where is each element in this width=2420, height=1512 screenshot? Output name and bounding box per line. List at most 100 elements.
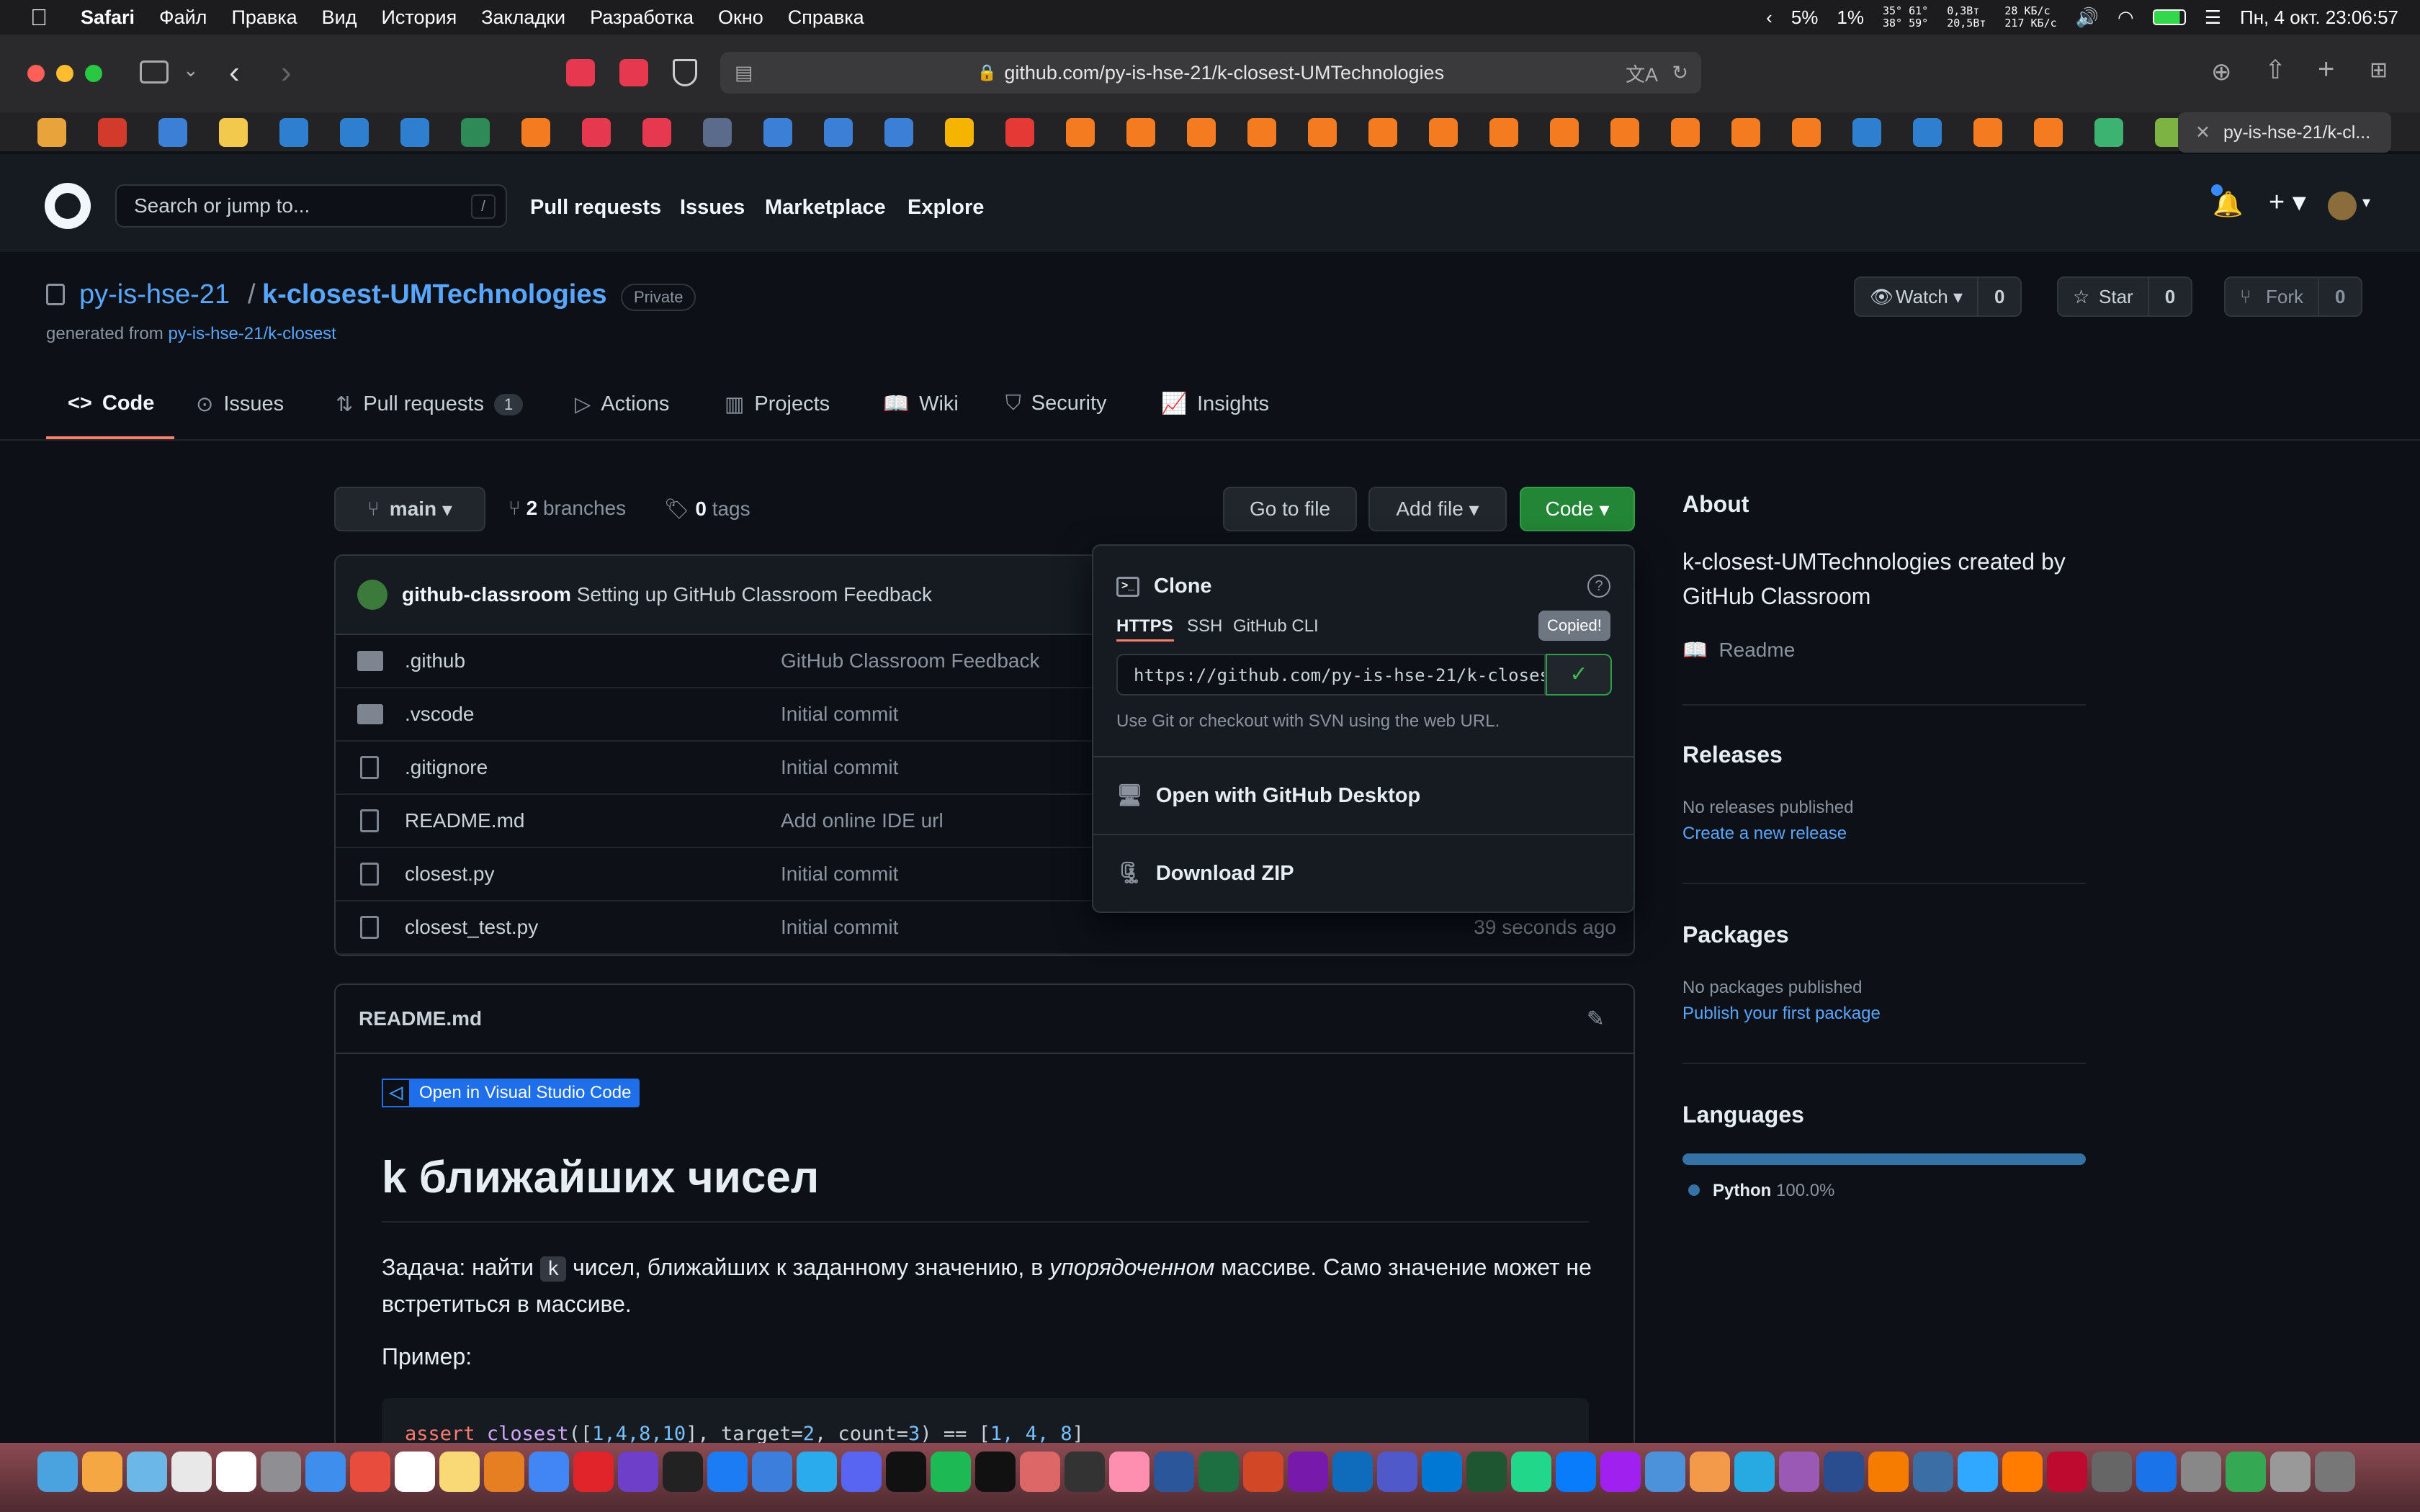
releases-heading[interactable]: Releases [1682,742,1783,768]
tab-insights[interactable]: 📈 Insights [1161,392,1269,416]
battery-icon[interactable] [2152,9,2186,25]
dock-app-icon[interactable] [1511,1452,1551,1492]
favorite-bookmark-icon[interactable] [2034,118,2063,147]
tab-wiki[interactable]: 📖 Wiki [883,392,959,416]
dock-app-icon[interactable] [797,1452,837,1492]
share-icon[interactable]: ⇧ [2264,55,2286,85]
menu-help[interactable]: Справка [788,6,864,29]
dock-app-icon[interactable] [707,1452,748,1492]
tab-issues[interactable]: ⊙ Issues [196,392,284,417]
repo-name-link[interactable]: k-closest-UMTechnologies [262,279,607,310]
dock-app-icon[interactable] [2092,1452,2132,1492]
nav-pull-requests[interactable]: Pull requests [530,196,661,220]
language-python[interactable]: Python 100.0% [1688,1181,1834,1201]
star-count[interactable]: 0 [2149,286,2191,308]
menu-view[interactable]: Вид [322,6,357,29]
dock-app-icon[interactable] [2270,1452,2311,1492]
favorite-bookmark-icon[interactable] [1610,118,1639,147]
dock-app-icon[interactable] [1065,1452,1105,1492]
file-name-link[interactable]: README.md [405,809,524,832]
dock-app-icon[interactable] [1154,1452,1194,1492]
apple-menu-icon[interactable]:  [30,4,62,31]
dock-app-icon[interactable] [261,1452,301,1492]
dock-app-icon[interactable] [752,1452,792,1492]
clone-tab-ssh[interactable]: SSH [1187,616,1222,636]
reload-icon[interactable]: ↻ [1672,62,1688,84]
favorite-bookmark-icon[interactable] [219,118,248,147]
readme-link[interactable]: 📖 Readme [1682,638,1795,662]
dock-app-icon[interactable] [37,1452,78,1492]
active-tab[interactable]: ✕ py-is-hse-21/k-cl... [2178,112,2391,153]
tab-projects[interactable]: ▥ Projects [725,392,830,417]
dock-app-icon[interactable] [1332,1452,1373,1492]
menu-develop[interactable]: Разработка [590,6,694,29]
favorite-bookmark-icon[interactable] [37,118,66,147]
file-commit-message[interactable]: Initial commit [781,863,898,886]
dock-app-icon[interactable] [1466,1452,1507,1492]
favorite-bookmark-icon[interactable] [763,118,792,147]
clone-tab-https[interactable]: HTTPS [1116,616,1173,636]
translate-icon[interactable]: 文A [1626,59,1658,87]
open-in-vscode-badge[interactable]: ◁ Open in Visual Studio Code [382,1079,640,1107]
download-zip-button[interactable]: 🗜 Download ZIP [1116,861,1294,886]
sidebar-toggle-icon[interactable] [140,60,169,84]
dock-app-icon[interactable] [1779,1452,1819,1492]
dock-app-icon[interactable] [171,1452,212,1492]
file-commit-message[interactable]: Initial commit [781,756,898,779]
favorite-bookmark-icon[interactable] [400,118,429,147]
new-tab-icon[interactable]: + [2318,53,2334,86]
temperature-readout[interactable]: 35° 61° 38° 59° [1883,5,1928,30]
file-name-link[interactable]: .gitignore [405,756,488,779]
nav-issues[interactable]: Issues [680,196,745,220]
go-to-file-button[interactable]: Go to file [1223,487,1357,531]
file-name-link[interactable]: .vscode [405,703,475,726]
nav-explore[interactable]: Explore [908,196,984,220]
dock-app-icon[interactable] [2047,1452,2087,1492]
dock-app-icon[interactable] [573,1452,614,1492]
dock-app-icon[interactable] [439,1452,480,1492]
dock-app-icon[interactable] [1556,1452,1596,1492]
file-commit-message[interactable]: Initial commit [781,916,898,939]
dock-app-icon[interactable] [1913,1452,1953,1492]
privacy-shield-icon[interactable] [673,59,697,86]
favorite-bookmark-icon[interactable] [1066,118,1095,147]
favorite-bookmark-icon[interactable] [1247,118,1276,147]
dock-app-icon[interactable] [1109,1452,1150,1492]
packages-heading[interactable]: Packages [1682,922,1789,948]
code-button[interactable]: Code ▾ [1520,487,1635,531]
dock-app-icon[interactable] [1824,1452,1864,1492]
favorite-bookmark-icon[interactable] [1429,118,1458,147]
dock-app-icon[interactable] [2226,1452,2266,1492]
favorite-bookmark-icon[interactable] [1731,118,1760,147]
favorite-bookmark-icon[interactable] [1792,118,1821,147]
dock-app-icon[interactable] [127,1452,167,1492]
back-icon[interactable]: ‹ [229,55,240,91]
clone-tab-github-cli[interactable]: GitHub CLI [1233,616,1319,636]
dock-app-icon[interactable] [2315,1452,2355,1492]
menu-history[interactable]: История [382,6,457,29]
tab-overview-icon[interactable]: ⊞ [2370,58,2388,83]
wifi-icon[interactable]: ◠ [2118,6,2134,29]
power-readout[interactable]: 0,3Вт 20,5Вт [1947,5,1986,30]
commit-author[interactable]: github-classroom [402,583,571,606]
fork-button[interactable]: ⑂ Fork 0 [2224,276,2363,317]
close-tab-icon[interactable]: ✕ [2195,122,2210,143]
avatar[interactable] [357,580,387,610]
copy-url-button[interactable]: ✓ [1546,654,1612,696]
control-center-icon[interactable]: ☰ [2205,6,2221,29]
dock-app-icon[interactable] [1198,1452,1239,1492]
dock-app-icon[interactable] [1958,1452,1998,1492]
favorite-bookmark-icon[interactable] [703,118,732,147]
favorite-bookmark-icon[interactable] [1550,118,1579,147]
dock-app-icon[interactable] [1868,1452,1909,1492]
menu-edit[interactable]: Правка [231,6,297,29]
gpu-usage[interactable]: 1% [1837,6,1864,29]
favorite-bookmark-icon[interactable] [279,118,308,147]
favorite-bookmark-icon[interactable] [884,118,913,147]
address-bar[interactable]: ▤ 🔒 github.com/py-is-hse-21/k-closest-UM… [720,52,1701,94]
chevron-down-icon[interactable]: ⌄ [183,59,199,81]
menu-app-safari[interactable]: Safari [81,6,135,29]
pencil-icon[interactable]: ✎ [1587,1007,1605,1032]
favorite-bookmark-icon[interactable] [1852,118,1881,147]
commit-message[interactable]: Setting up GitHub Classroom Feedback [577,583,932,606]
